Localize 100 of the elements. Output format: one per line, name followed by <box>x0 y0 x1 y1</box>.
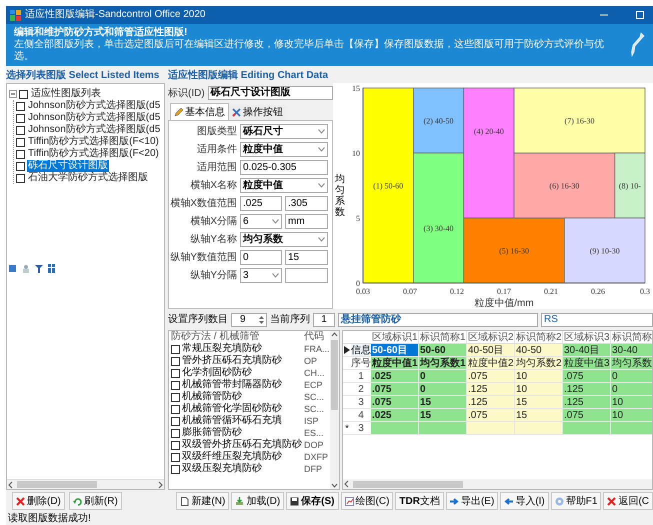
list-item[interactable]: 膨胀筛管防砂 <box>182 427 302 439</box>
tree-item[interactable]: Johnson防砂方式选择图版(d5 <box>27 124 162 136</box>
dropdown[interactable]: 粒度中值 <box>240 178 328 193</box>
table-cell[interactable]: 10 <box>611 409 652 421</box>
dropdown[interactable]: 粒度中值 <box>240 142 328 157</box>
table-cell[interactable]: 10 <box>611 396 652 408</box>
button[interactable]: 导入(I) <box>500 492 549 510</box>
table-cell[interactable]: .025 <box>371 409 419 421</box>
table-cell[interactable] <box>467 422 515 434</box>
checkbox[interactable] <box>171 344 180 354</box>
table-cell[interactable]: .075 <box>371 383 419 395</box>
table-cell[interactable]: 粒度中值3 <box>563 357 611 369</box>
filter-icon[interactable] <box>35 264 43 273</box>
checkbox[interactable] <box>171 380 180 390</box>
caret-icon[interactable] <box>318 183 325 188</box>
table-cell[interactable]: 15 <box>419 409 467 421</box>
table-cell[interactable]: 均匀系数 <box>611 357 652 369</box>
spinner-field[interactable]: 9 <box>231 312 267 326</box>
table-cell[interactable]: 0 <box>419 370 467 382</box>
table-cell[interactable]: 50-60目 <box>371 344 419 356</box>
input-field[interactable] <box>285 268 328 283</box>
table-cell[interactable]: 粒度中值2 <box>467 357 515 369</box>
table-cell[interactable]: 10 <box>515 370 563 382</box>
table-cell[interactable]: 粒度中值1 <box>371 357 419 369</box>
checkbox[interactable] <box>171 416 180 426</box>
button[interactable]: 新建(N) <box>176 492 230 510</box>
checkbox[interactable] <box>16 126 25 134</box>
table-cell[interactable] <box>563 422 611 434</box>
list-item[interactable]: 机械筛管带封隔器防砂 <box>182 379 302 391</box>
caret-icon[interactable] <box>318 237 325 242</box>
table-cell[interactable]: 15 <box>515 396 563 408</box>
list-item[interactable]: 化学剂固砂防砂 <box>182 367 302 379</box>
checkbox[interactable] <box>16 138 25 146</box>
input-field[interactable]: mm <box>285 214 328 229</box>
list-item[interactable]: 机械筛管循环砾石充填 <box>182 415 302 427</box>
button[interactable]: 返回(C <box>603 492 653 510</box>
tree-item[interactable]: 砾石尺寸设计图版 <box>27 160 109 172</box>
list-item[interactable]: 管外挤压砾石充填防砂 <box>182 355 302 367</box>
table-cell[interactable]: .075 <box>371 396 419 408</box>
table-cell[interactable]: 0 <box>611 383 652 395</box>
table-cell[interactable]: .125 <box>467 383 515 395</box>
grid-icon[interactable] <box>48 264 56 273</box>
checkbox[interactable] <box>16 150 25 158</box>
checkbox[interactable] <box>16 114 25 122</box>
dropdown[interactable]: 6 <box>240 214 282 229</box>
table-cell[interactable]: 30-40目 <box>563 344 611 356</box>
dropdown[interactable]: 均匀系数 <box>240 232 328 247</box>
button[interactable]: 导出(E) <box>446 492 498 510</box>
button[interactable]: 删除(D) <box>12 492 65 510</box>
tree-item[interactable]: Johnson防砂方式选择图版(d5 <box>27 100 162 112</box>
caret-icon[interactable] <box>318 129 325 134</box>
scrollbar-thumb[interactable] <box>17 481 97 488</box>
checkbox[interactable] <box>171 356 180 366</box>
list-item[interactable]: 机械筛管化学固砂防砂 <box>182 403 302 415</box>
square-icon[interactable] <box>9 264 17 273</box>
table-cell[interactable]: 40-50 <box>515 344 563 356</box>
input-field[interactable]: 1 <box>313 312 335 326</box>
table-cell[interactable]: 15 <box>419 396 467 408</box>
checkbox[interactable] <box>16 102 25 110</box>
checkbox[interactable] <box>16 174 25 182</box>
caret-icon[interactable] <box>318 147 325 152</box>
scrollbar-thumb[interactable] <box>353 480 463 488</box>
table-cell[interactable]: 30-40 <box>611 344 652 356</box>
table-cell[interactable]: 均匀系数2 <box>515 357 563 369</box>
scroll-down-icon[interactable] <box>331 482 338 489</box>
input-field[interactable]: .025 <box>240 196 282 211</box>
table-cell[interactable] <box>611 422 652 434</box>
table-cell[interactable]: 50-60 <box>419 344 467 356</box>
button[interactable]: 保存(S) <box>286 492 339 510</box>
caret-icon[interactable] <box>272 219 279 224</box>
table-cell[interactable]: 0 <box>419 383 467 395</box>
checkbox[interactable] <box>16 162 25 170</box>
tree-item[interactable]: Johnson防砂方式选择图版(d5 <box>27 112 162 124</box>
list-item[interactable]: 机械筛管防砂 <box>182 391 302 403</box>
checkbox[interactable] <box>19 90 28 98</box>
input-field[interactable]: 15 <box>285 250 328 265</box>
checkbox[interactable] <box>171 440 180 450</box>
table-cell[interactable] <box>371 422 419 434</box>
button[interactable]: 帮助F1 <box>550 492 602 510</box>
scroll-left-icon[interactable] <box>7 480 15 488</box>
caret-icon[interactable] <box>272 273 279 278</box>
scroll-left-icon[interactable] <box>343 480 351 488</box>
button[interactable]: 绘图(C) <box>340 492 394 510</box>
input-field[interactable]: RS <box>541 312 653 326</box>
tree-item[interactable]: 适应性图版列表 <box>30 88 102 100</box>
table-cell[interactable]: 40-50目 <box>467 344 515 356</box>
scroll-up-icon[interactable] <box>331 331 338 338</box>
table-cell[interactable]: 0 <box>611 370 652 382</box>
list-item[interactable]: 双级压裂充填防砂 <box>182 463 302 475</box>
checkbox[interactable] <box>171 428 180 438</box>
table-cell[interactable]: .075 <box>467 409 515 421</box>
maximize-icon[interactable] <box>635 10 645 20</box>
table-cell[interactable]: .125 <box>563 383 611 395</box>
spinner-arrows-icon[interactable] <box>258 314 265 324</box>
table-cell[interactable]: .075 <box>563 370 611 382</box>
scroll-right-icon[interactable] <box>156 480 164 488</box>
checkbox[interactable] <box>171 464 180 474</box>
list-item[interactable]: 双级管外挤压砾石充填防砂 <box>182 439 302 451</box>
checkbox[interactable] <box>171 452 180 462</box>
table-cell[interactable]: .125 <box>467 396 515 408</box>
